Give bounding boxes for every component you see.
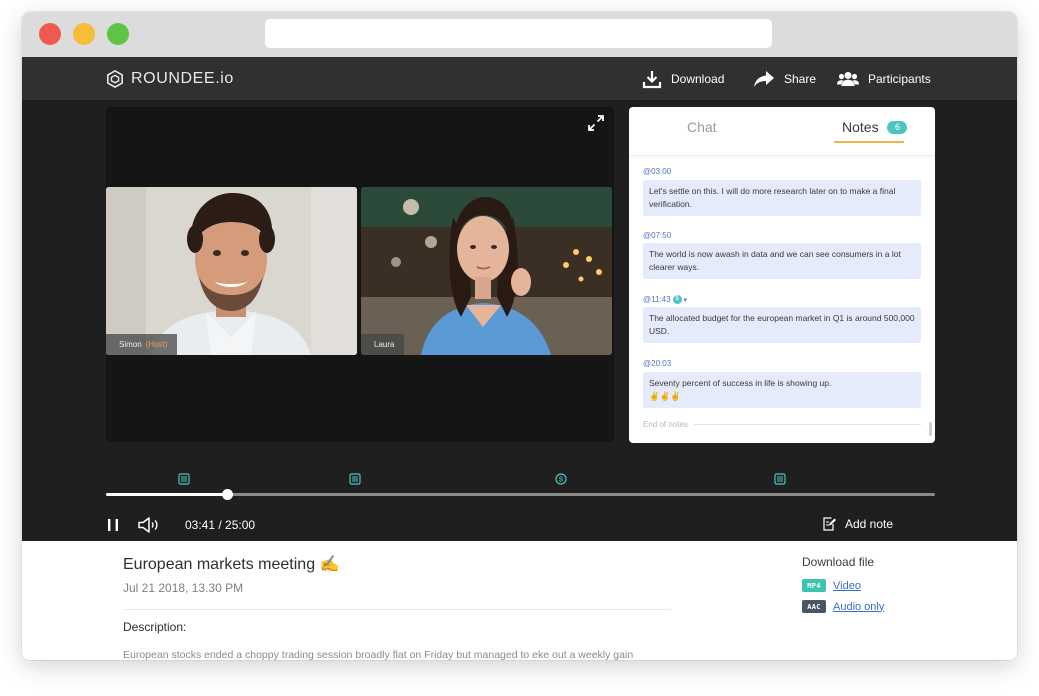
share-label: Share: [784, 72, 817, 86]
top-nav: ROUNDEE.io Download Share Participants: [22, 57, 1017, 100]
dollar-icon[interactable]: $: [555, 473, 567, 485]
logo[interactable]: ROUNDEE.io: [106, 68, 234, 90]
tab-chat[interactable]: Chat: [687, 119, 717, 135]
participant-label-laura: Laura: [361, 334, 405, 355]
address-bar[interactable]: [265, 19, 772, 48]
title-bar: [22, 12, 1017, 57]
download-video-row: MP4 Video: [802, 579, 861, 592]
note-icon[interactable]: [774, 473, 786, 485]
playback-time: 03:41 / 25:00: [185, 518, 256, 532]
note-timestamp-text: @03:00: [643, 167, 672, 176]
progress-bar[interactable]: [106, 489, 935, 500]
expand-icon[interactable]: [586, 113, 606, 133]
note-icon[interactable]: [178, 473, 190, 485]
tab-notes[interactable]: Notes 6: [842, 119, 908, 135]
dollar-icon: $: [672, 295, 682, 304]
end-of-notes: End of notes: [643, 420, 921, 429]
aac-file-icon: AAC: [802, 600, 826, 613]
roundee-logo-icon: [106, 70, 124, 88]
participant-video-simon: [106, 187, 357, 355]
active-tab-indicator: [834, 141, 904, 143]
download-audio-link[interactable]: Audio only: [833, 601, 884, 613]
note-timestamp[interactable]: @20:03: [643, 359, 671, 368]
add-note-button[interactable]: Add note: [822, 517, 893, 531]
participant-label-simon: Simon (Host): [106, 334, 178, 355]
chevron-down-icon[interactable]: ▾: [684, 296, 688, 304]
mp4-file-icon: MP4: [802, 579, 826, 592]
close-window-button[interactable]: [39, 23, 61, 45]
participants-label: Participants: [868, 72, 931, 86]
participant-video-laura: [361, 187, 612, 355]
share-button[interactable]: Share: [753, 67, 816, 91]
share-icon: [754, 71, 774, 87]
app-area: ROUNDEE.io Download Share Participants S…: [22, 57, 1017, 541]
panel-tabs: Chat Notes 6: [629, 107, 935, 156]
edit-note-icon: [823, 517, 836, 531]
download-video-link[interactable]: Video: [833, 580, 861, 592]
tab-notes-label: Notes: [842, 119, 879, 135]
note-bubble: The world is now awash in data and we ca…: [643, 243, 921, 279]
panel-scrollbar[interactable]: [929, 422, 932, 436]
video-tile-simon[interactable]: Simon (Host): [106, 187, 357, 355]
meeting-title: European markets meeting ✍: [123, 556, 340, 573]
meeting-date: Jul 21 2018, 13.30 PM: [123, 581, 244, 595]
volume-icon[interactable]: [137, 516, 161, 534]
minimize-window-button[interactable]: [73, 23, 95, 45]
note-text: The allocated budget for the european ma…: [649, 313, 915, 336]
description-label: Description:: [123, 620, 187, 634]
note-bubble: Seventy percent of success in life is sh…: [643, 372, 921, 408]
divider: [123, 609, 671, 610]
download-icon: [642, 71, 662, 89]
note-timestamp[interactable]: @03:00: [643, 167, 671, 176]
note-timestamp-text: @11:43: [643, 295, 671, 304]
maximize-window-button[interactable]: [107, 23, 129, 45]
browser-window: ROUNDEE.io Download Share Participants S…: [22, 12, 1017, 660]
participant-name: Simon: [119, 340, 142, 349]
participants-icon: [837, 72, 859, 86]
note-text: Seventy percent of success in life is sh…: [649, 378, 832, 388]
end-of-notes-label: End of notes: [643, 420, 688, 429]
note-text: Let's settle on this. I will do more res…: [649, 186, 896, 209]
note-timestamp-text: @20:03: [643, 359, 672, 368]
note-text: The world is now awash in data and we ca…: [649, 249, 901, 272]
download-button[interactable]: Download: [642, 67, 724, 91]
participant-name: Laura: [374, 340, 395, 349]
add-note-label: Add note: [845, 517, 894, 531]
note-timestamp[interactable]: @11:43 $ ▾: [643, 295, 687, 304]
logo-text: ROUNDEE.io: [131, 70, 234, 87]
host-badge: (Host): [145, 340, 168, 349]
download-audio-row: AAC Audio only: [802, 600, 884, 613]
participants-button[interactable]: Participants: [837, 67, 931, 91]
note-emoji: ✌✌✌: [649, 391, 681, 401]
tab-chat-label: Chat: [687, 119, 717, 135]
download-file-title: Download file: [802, 555, 875, 569]
description-text: European stocks ended a choppy trading s…: [123, 649, 634, 660]
note-timestamp-text: @07:50: [643, 231, 672, 240]
svg-text:$: $: [559, 475, 564, 484]
video-tile-laura[interactable]: Laura: [361, 187, 612, 355]
side-panel: Chat Notes 6 @03:00 Let's settle on this…: [629, 107, 935, 443]
notes-count-badge: 6: [887, 121, 908, 134]
note-icon[interactable]: [349, 473, 361, 485]
note-timestamp[interactable]: @07:50: [643, 231, 671, 240]
note-bubble: The allocated budget for the european ma…: [643, 307, 921, 343]
download-label: Download: [671, 72, 725, 86]
pause-icon[interactable]: [107, 518, 119, 532]
progress-handle[interactable]: [222, 489, 234, 500]
meeting-info: European markets meeting ✍ Jul 21 2018, …: [22, 541, 1017, 660]
note-bubble: Let's settle on this. I will do more res…: [643, 180, 921, 216]
progress-fill: [106, 493, 228, 496]
video-stage: Simon (Host) Laura: [106, 107, 614, 442]
